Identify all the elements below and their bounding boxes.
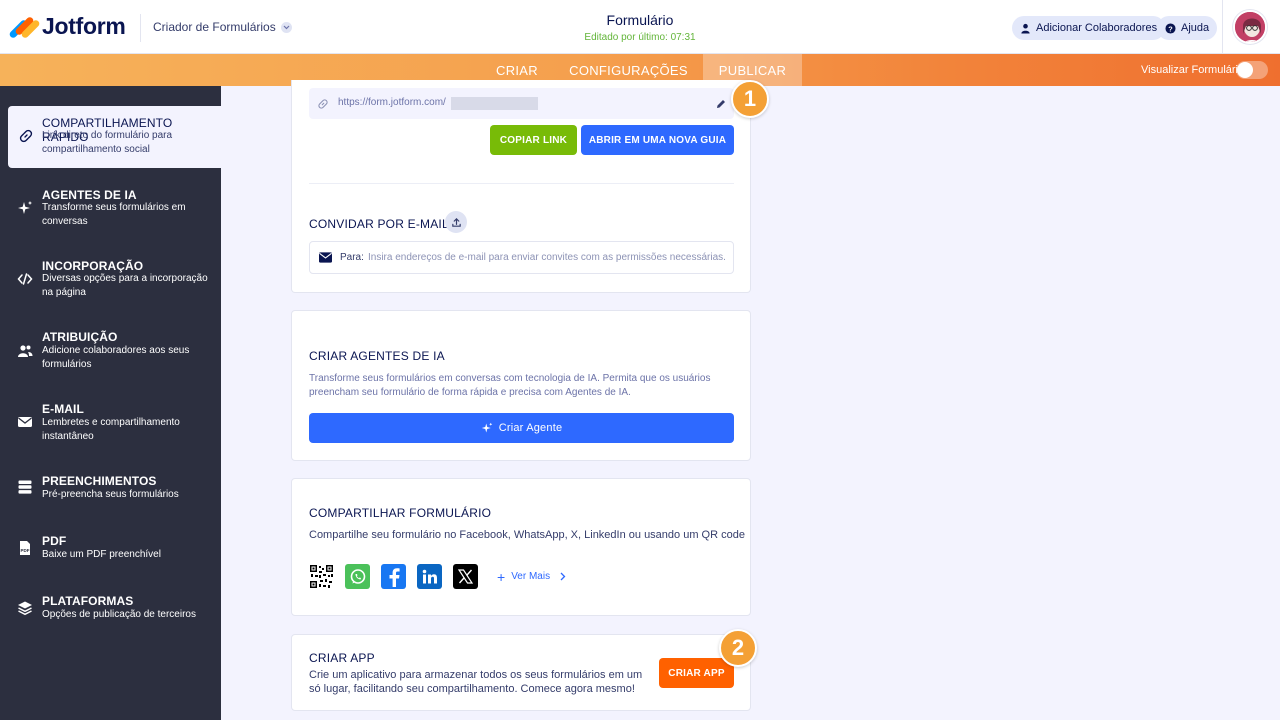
sidebar-item-title: E-MAIL — [42, 402, 84, 416]
share-form-desc: Compartilhe seu formulário no Facebook, … — [309, 529, 745, 541]
sidebar-item-pdf[interactable]: PDF PDF Baixe um PDF preenchível — [0, 534, 221, 570]
share-form-card: COMPARTILHAR FORMULÁRIO Compartilhe seu … — [291, 478, 751, 616]
copy-link-button[interactable]: COPIAR LINK — [490, 125, 577, 155]
add-collaborators-button[interactable]: Adicionar Colaboradores — [1012, 16, 1166, 40]
chevron-right-icon — [560, 572, 566, 581]
envelope-icon — [319, 252, 332, 263]
sidebar-item-title: AGENTES DE IA — [42, 188, 137, 202]
svg-text:?: ? — [1168, 24, 1173, 33]
sidebar-item-ai-agents[interactable]: AGENTES DE IA Transforme seus formulário… — [0, 186, 221, 232]
sidebar-item-embed[interactable]: INCORPORAÇÃO Diversas opções para a inco… — [0, 258, 221, 304]
last-edited-label: Editado por último: 07:31 — [584, 32, 696, 43]
users-icon — [18, 345, 33, 357]
code-icon — [17, 273, 33, 285]
sidebar-item-desc: Opções de publicação de terceiros — [42, 609, 196, 620]
sidebar-item-title: ATRIBUIÇÃO — [42, 330, 118, 344]
email-invite-field[interactable]: Para: Insira endereços de e-mail para en… — [309, 241, 734, 274]
ai-agents-desc: Transforme seus formulários em conversas… — [309, 373, 711, 398]
chevron-down-icon — [280, 21, 292, 33]
help-icon: ? — [1165, 22, 1176, 34]
sidebar-item-desc: Lembretes e compartilhamento instantâneo — [42, 417, 180, 442]
whatsapp-icon[interactable] — [345, 564, 370, 589]
create-app-card: CRIAR APP Crie um aplicativo para armaze… — [291, 634, 751, 711]
preview-form-label: Visualizar Formulário — [1141, 64, 1245, 76]
upload-icon — [451, 217, 461, 227]
invite-email-title: CONVIDAR POR E-MAIL — [309, 217, 449, 231]
sidebar-item-desc: Adicione colaboradores aos seus formulár… — [42, 345, 190, 370]
builder-label: Criador de Formulários — [153, 20, 276, 34]
open-new-tab-button[interactable]: ABRIR EM UMA NOVA GUIA — [581, 125, 734, 155]
create-app-desc: Crie um aplicativo para armazenar todos … — [309, 669, 643, 695]
quick-share-card: https://form.jotform.com/ COPIAR LINK AB… — [291, 80, 751, 293]
sidebar-item-assign[interactable]: ATRIBUIÇÃO Adicione colaboradores aos se… — [0, 329, 221, 375]
top-header: Jotform Criador de Formulários Formulári… — [0, 0, 1280, 54]
avatar-area — [1222, 0, 1280, 54]
help-button[interactable]: ? Ajuda — [1157, 16, 1218, 40]
url-redacted-block — [451, 97, 538, 110]
step-marker-1: 1 — [731, 80, 769, 118]
sidebar-item-email[interactable]: E-MAIL Lembretes e compartilhamento inst… — [0, 401, 221, 447]
add-collaborators-label: Adicionar Colaboradores — [1036, 22, 1158, 34]
jotform-logo[interactable]: Jotform — [8, 13, 126, 40]
form-title[interactable]: Formulário — [540, 12, 740, 28]
x-icon[interactable] — [453, 564, 478, 589]
to-label: Para: — [340, 252, 364, 263]
toggle-knob — [1237, 62, 1253, 78]
envelope-icon — [18, 417, 32, 427]
jotform-logo-icon — [8, 14, 41, 40]
sparkle-icon — [18, 201, 32, 214]
create-agent-label: Criar Agente — [498, 422, 563, 434]
preview-form-toggle[interactable] — [1236, 61, 1268, 79]
create-app-title: CRIAR APP — [309, 651, 375, 665]
sidebar-item-desc: Pré-preencha seus formulários — [42, 489, 179, 500]
email-placeholder: Insira endereços de e-mail para enviar c… — [368, 252, 726, 263]
step-marker-2: 2 — [719, 629, 757, 667]
database-icon — [18, 480, 32, 494]
form-title-block: Formulário Editado por último: 07:31 — [540, 12, 740, 43]
sidebar-item-desc: Diversas opções para a incorporação na p… — [42, 273, 208, 298]
share-form-title: COMPARTILHAR FORMULÁRIO — [309, 506, 492, 520]
help-label: Ajuda — [1181, 22, 1210, 34]
form-url-text: https://form.jotform.com/ — [338, 97, 446, 108]
publish-sidebar: COMPARTILHAMENTO RÁPIDO Link direto do f… — [0, 86, 221, 720]
sidebar-item-title: PDF — [42, 534, 67, 548]
linkedin-icon[interactable] — [417, 564, 442, 589]
see-more-link[interactable]: + Ver Mais — [497, 568, 566, 585]
section-divider — [309, 183, 734, 184]
sidebar-item-desc: Transforme seus formulários em conversas — [42, 202, 186, 227]
user-avatar[interactable] — [1233, 10, 1267, 44]
sidebar-item-prefill[interactable]: PREENCHIMENTOS Pré-preencha seus formulá… — [0, 474, 221, 510]
builder-selector[interactable]: Criador de Formulários — [153, 20, 292, 34]
plus-icon: + — [497, 568, 506, 585]
sidebar-item-title: PLATAFORMAS — [42, 594, 134, 608]
facebook-icon[interactable] — [381, 564, 406, 589]
sidebar-item-platforms[interactable]: PLATAFORMAS Opções de publicação de terc… — [0, 594, 221, 630]
upload-button[interactable] — [445, 211, 467, 233]
sidebar-item-quick-share[interactable]: COMPARTILHAMENTO RÁPIDO Link direto do f… — [8, 106, 221, 168]
sidebar-item-title: PREENCHIMENTOS — [42, 474, 157, 488]
link-icon — [19, 129, 33, 143]
edit-pencil-icon[interactable] — [715, 98, 727, 110]
see-more-label: Ver Mais — [511, 571, 551, 582]
sidebar-item-desc: Link direto do formulário para compartil… — [42, 130, 173, 155]
pdf-icon: PDF — [20, 541, 30, 555]
ai-agents-card: CRIAR AGENTES DE IA Transforme seus form… — [291, 310, 751, 461]
form-url-field[interactable]: https://form.jotform.com/ — [309, 88, 734, 119]
sidebar-item-title: INCORPORAÇÃO — [42, 259, 144, 273]
logo-text: Jotform — [42, 13, 126, 39]
header-divider — [140, 14, 141, 42]
layers-icon — [18, 601, 32, 616]
link-icon — [318, 99, 328, 109]
svg-text:PDF: PDF — [21, 548, 30, 553]
user-icon — [1021, 23, 1030, 34]
sidebar-item-desc: Baixe um PDF preenchível — [42, 549, 161, 560]
ai-agents-title: CRIAR AGENTES DE IA — [309, 349, 445, 363]
sparkle-icon — [481, 422, 492, 433]
create-agent-button[interactable]: Criar Agente — [309, 413, 734, 443]
create-app-button[interactable]: CRIAR APP — [659, 658, 734, 688]
qr-code-icon[interactable] — [309, 564, 334, 589]
